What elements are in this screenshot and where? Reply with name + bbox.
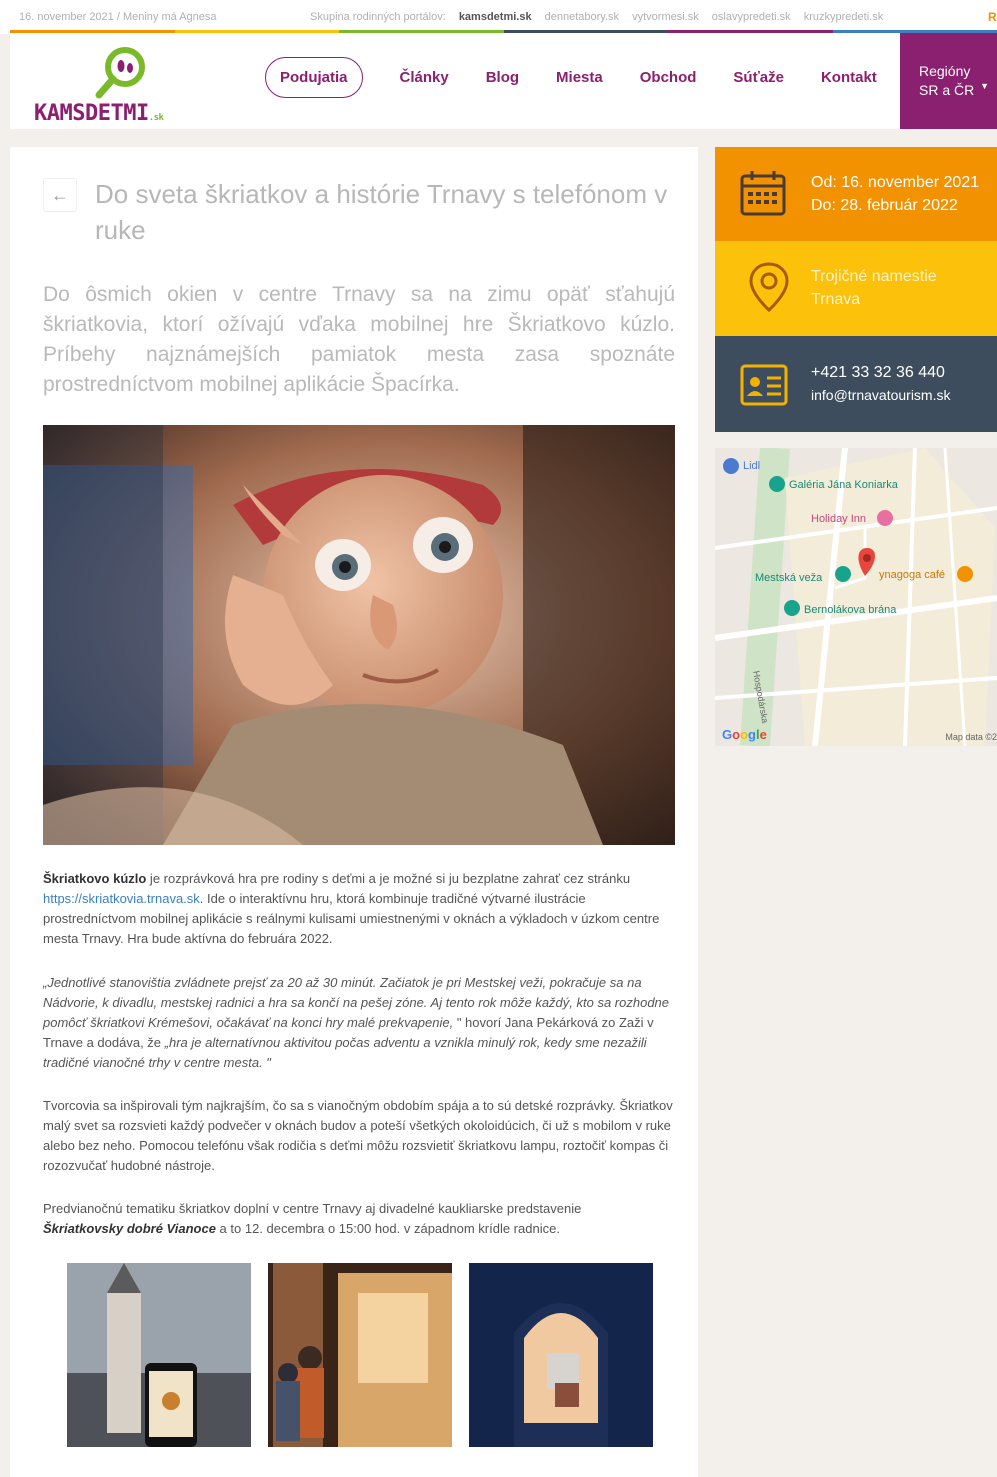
cut-off-link[interactable]: R [988, 10, 997, 24]
nav-blog[interactable]: Blog [486, 58, 519, 97]
google-logo: Google [722, 727, 767, 742]
nav-clanky[interactable]: Články [400, 58, 449, 97]
calendar-icon [740, 171, 786, 216]
contact-phone[interactable]: +421 33 32 36 440 [811, 361, 950, 384]
show-name-bold: Škriatkovsky dobré Vianoce [43, 1221, 216, 1236]
portals-label: Skupina rodinných portálov: [310, 11, 446, 23]
location-pin-icon [749, 262, 789, 313]
portal-link-dennetabory[interactable]: dennetabory.sk [545, 11, 619, 23]
portal-link-kruzkypredeti[interactable]: kruzkypredeti.sk [804, 11, 883, 23]
date-from: Od: 16. november 2021 [811, 174, 980, 191]
chevron-down-icon: ▼ [980, 81, 989, 91]
p4-text-b: a to 12. decembra o 15:00 hod. v západno… [215, 1221, 560, 1236]
portal-link-vytvormesi[interactable]: vytvormesi.sk [632, 11, 699, 23]
location-address: Trojičné namestie Trnava [811, 265, 937, 311]
article-content: ← Do sveta škriatkov a histórie Trnavy s… [10, 147, 698, 1477]
event-contact-box: +421 33 32 36 440 info@trnavatourism.sk [715, 336, 997, 432]
article-title: Do sveta škriatkov a histórie Trnavy s t… [95, 179, 668, 245]
map-label-bernolakova: Bernolákova brána [804, 604, 897, 616]
article-lead: Do ôsmich okien v centre Trnavy sa na zi… [43, 283, 675, 396]
date-range: Od: 16. november 2021 Do: 28. február 20… [811, 171, 979, 217]
back-button[interactable]: ← [43, 178, 77, 212]
paragraph-1: Škriatkovo kúzlo je rozprávková hra pre … [43, 869, 675, 949]
map-label-lidl: Lidl [743, 460, 761, 472]
main-nav: Podujatia Články Blog Miesta Obchod Súťa… [265, 57, 914, 98]
logo-magnifier-icon [95, 47, 145, 99]
nav-miesta[interactable]: Miesta [556, 58, 603, 97]
top-strip: 16. november 2021 / Meniny má Agnesa Sku… [0, 0, 997, 34]
event-location-box: Trojičné namestie Trnava [715, 241, 997, 336]
date-nameday: 16. november 2021 / Meniny má Agnesa [19, 11, 217, 23]
nav-obchod[interactable]: Obchod [640, 58, 697, 97]
portal-links: Skupina rodinných portálov: kamsdetmi.sk… [310, 11, 893, 23]
game-name-bold: Škriatkovo kúzlo [43, 871, 147, 886]
map-label-synagoga: ynagoga café [879, 569, 946, 581]
nav-podujatia[interactable]: Podujatia [265, 57, 363, 98]
gallery-thumb-window-kids[interactable] [268, 1263, 452, 1447]
p4-text-a: Predvianočnú tematiku škriatkov doplní v… [43, 1201, 582, 1216]
gallery-thumb-arched-window[interactable] [469, 1263, 653, 1447]
map-attribution[interactable]: Map data ©2 [945, 732, 997, 742]
gallery-thumb-tower-phone[interactable] [67, 1263, 251, 1447]
nav-kontakt[interactable]: Kontakt [821, 58, 877, 97]
site-header: KAMSDETMI.sk Podujatia Články Blog Miest… [10, 33, 997, 129]
gallery-thumbnails [67, 1263, 670, 1447]
hero-image [43, 425, 675, 845]
regions-dropdown[interactable]: Regióny SR a ČR ▼ [900, 33, 997, 129]
p1-text-a: je rozprávková hra pre rodiny s deťmi a … [146, 871, 631, 886]
site-logo[interactable]: KAMSDETMI.sk [34, 45, 214, 126]
paragraph-3: Tvorcovia sa inšpirovali tým najkrajším,… [43, 1098, 673, 1173]
date-to: Do: 28. február 2022 [811, 197, 958, 214]
paragraph-2-quote: „Jednotlivé stanovištia zvládnete prejsť… [43, 973, 675, 1073]
cut-off-paragraph [43, 1469, 675, 1477]
contact-card-icon [740, 364, 788, 406]
map-label-holiday-inn: Holiday Inn [811, 513, 867, 525]
event-dates-box: Od: 16. november 2021 Do: 28. február 20… [715, 147, 997, 241]
location-city: Trnava [811, 291, 861, 308]
portal-link-oslavypredeti[interactable]: oslavypredeti.sk [712, 11, 791, 23]
gnome-figure-illustration [43, 425, 675, 845]
contact-info: +421 33 32 36 440 info@trnavatourism.sk [811, 361, 950, 407]
paragraph-4: Predvianočnú tematiku škriatkov doplní v… [43, 1199, 675, 1239]
logo-wordmark: KAMSDETMI.sk [34, 101, 164, 126]
nav-sutaze[interactable]: Súťaže [733, 58, 784, 97]
game-link[interactable]: https://skriatkovia.trnava.sk [43, 891, 200, 906]
map-label-galeria: Galéria Jána Koniarka [789, 479, 898, 491]
location-map[interactable]: Lidl Galéria Jána Koniarka Holiday Inn M… [715, 448, 997, 746]
contact-email[interactable]: info@trnavatourism.sk [811, 384, 950, 407]
location-street: Trojičné namestie [811, 268, 937, 285]
portal-link-kamsdetmi[interactable]: kamsdetmi.sk [459, 11, 532, 23]
map-label-mestska-veza: Mestská veža [755, 572, 823, 584]
arrow-left-icon: ← [51, 185, 69, 205]
